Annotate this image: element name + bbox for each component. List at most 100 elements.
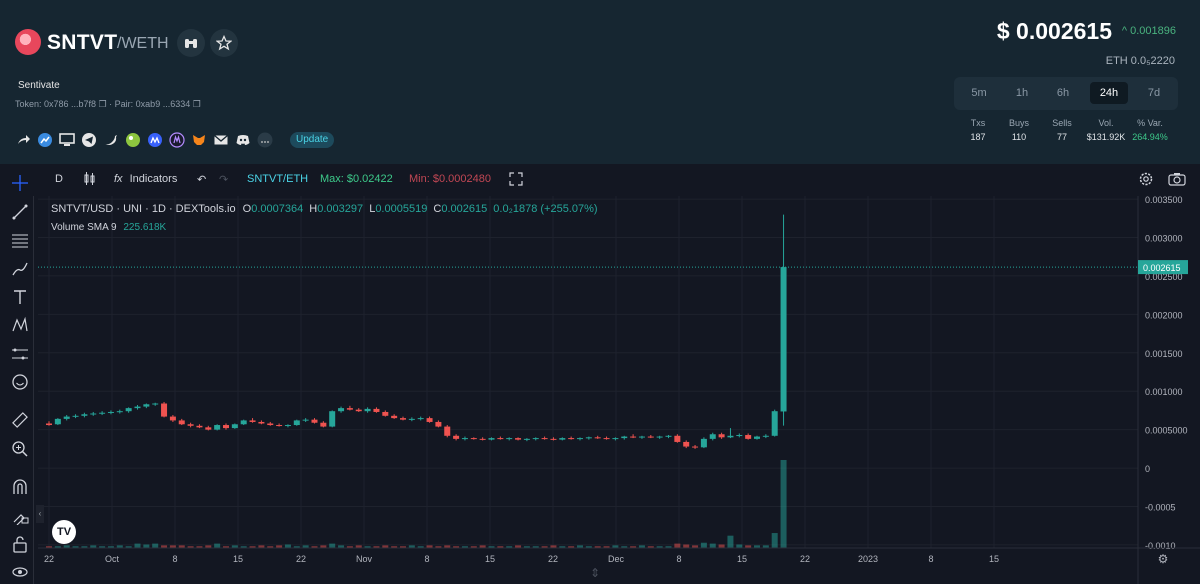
candle-body (692, 446, 699, 448)
candle-body (506, 438, 513, 440)
binoculars-icon (185, 39, 197, 48)
telegram-icon[interactable] (81, 132, 97, 148)
sidebar-divider (33, 196, 34, 584)
candle-body (240, 420, 247, 425)
candle-body (497, 438, 504, 440)
timeframe-1h[interactable]: 1h (1003, 82, 1041, 104)
chart-site-icon[interactable] (37, 132, 53, 148)
stat-header-buys: Buys (1008, 118, 1029, 128)
volume-value: 225.618K (123, 222, 167, 233)
crosshair-icon[interactable] (11, 174, 29, 192)
undo-icon[interactable]: ↶ (197, 173, 206, 186)
copy-icon[interactable]: ❐ (193, 99, 201, 109)
candle-body (46, 423, 52, 426)
stat-header-sells: Sells (1052, 118, 1072, 128)
metamask-icon[interactable] (191, 132, 207, 148)
collapse-sidebar-icon[interactable]: ‹ (36, 505, 44, 523)
price-tick-label: 0.0005000 (1145, 426, 1188, 436)
trend-line-icon[interactable] (11, 203, 29, 221)
price-change: ^ 0.001896 (1121, 25, 1176, 37)
website-icon[interactable] (59, 132, 75, 148)
candle-body (355, 409, 362, 412)
discord-icon[interactable] (235, 132, 251, 148)
candle-body (523, 438, 530, 440)
volume-bar (700, 542, 707, 548)
stat-vol: $131.92K (1086, 132, 1126, 142)
more-icon[interactable] (257, 132, 273, 148)
candle-body (63, 416, 70, 419)
volume-bar (780, 460, 787, 548)
lock-icon[interactable] (11, 535, 29, 553)
min-price: Min: $0.0002480 (409, 173, 491, 185)
settings-gear-icon[interactable] (1138, 171, 1154, 187)
change-value: 0.0₂1878 (+255.07%) (493, 203, 598, 215)
fib-levels-icon[interactable] (11, 231, 29, 249)
favorite-button[interactable] (210, 29, 238, 57)
forecast-icon[interactable] (11, 345, 29, 363)
volume-bar (152, 543, 159, 548)
time-tick-label: Nov (356, 554, 373, 564)
pair-toggle[interactable]: SNTVT/ETH (247, 173, 308, 185)
coinmarketcap-icon[interactable] (147, 132, 163, 148)
timeframe-6h[interactable]: 6h (1044, 82, 1082, 104)
timeframe-5m[interactable]: 5m (960, 82, 998, 104)
candle-body (665, 435, 672, 437)
candle-body (559, 438, 566, 440)
fullscreen-icon[interactable] (509, 172, 523, 186)
time-tick-label: 22 (800, 554, 810, 564)
volume-bar (709, 543, 716, 548)
emoji-icon[interactable] (11, 373, 29, 391)
candle-body (709, 434, 716, 439)
candle-body (736, 435, 743, 437)
time-tick-label: 15 (233, 554, 243, 564)
ruler-icon[interactable] (11, 411, 29, 429)
price-chart[interactable]: 0.0035000.0030000.0025000.0020000.001500… (38, 196, 1200, 584)
timeframe-7d[interactable]: 7d (1135, 82, 1173, 104)
candle-body (338, 408, 345, 412)
lock-drawing-icon[interactable] (11, 507, 29, 525)
candle-body (550, 438, 557, 440)
price-tick-label: -0.0005 (1145, 502, 1176, 512)
candle-body (125, 408, 132, 412)
candle-body (577, 438, 583, 440)
text-tool-icon[interactable] (11, 288, 29, 306)
twitter-icon[interactable] (103, 132, 119, 148)
cmc-alt-icon[interactable] (169, 132, 185, 148)
camera-icon[interactable] (1168, 172, 1186, 186)
indicators-button[interactable]: fx Indicators (114, 173, 177, 185)
candle-body (223, 425, 229, 429)
candle-body (293, 420, 300, 426)
candle-body (780, 267, 787, 412)
stat-txs: 187 (970, 132, 986, 142)
resize-handle-icon[interactable]: ⇕ (590, 566, 600, 580)
candle-body (284, 425, 291, 427)
brush-icon[interactable] (11, 260, 29, 278)
redo-icon[interactable]: ↷ (219, 173, 228, 186)
price-tick-label: 0.003000 (1145, 234, 1183, 244)
magnet-icon[interactable] (11, 478, 29, 496)
interval-button[interactable]: D (55, 173, 63, 185)
coingecko-icon[interactable] (125, 132, 141, 148)
binoculars-button[interactable] (177, 29, 205, 57)
share-icon[interactable] (15, 132, 31, 148)
time-tick-label: 8 (676, 554, 681, 564)
candle-body (276, 425, 283, 427)
candle-type-icon[interactable] (84, 172, 96, 186)
candle-body (568, 438, 575, 440)
email-icon[interactable] (213, 132, 229, 148)
tradingview-logo[interactable]: TV (52, 520, 76, 544)
candle-body (161, 403, 168, 417)
pattern-icon[interactable] (11, 316, 29, 334)
eye-icon[interactable] (11, 563, 29, 581)
token-address: Token: 0x786 ...b7f8 (15, 99, 97, 109)
high-value: 0.003297 (317, 203, 364, 215)
update-button[interactable]: Update (290, 132, 335, 148)
candle-body (488, 438, 495, 440)
open-value: 0.0007364 (251, 203, 304, 215)
copy-icon[interactable]: ❐ (99, 99, 107, 109)
candle-body (382, 411, 389, 416)
zoom-in-icon[interactable] (11, 440, 29, 458)
candle-body (656, 436, 663, 438)
timeframe-24h[interactable]: 24h (1090, 82, 1128, 104)
candle-body (762, 435, 769, 437)
